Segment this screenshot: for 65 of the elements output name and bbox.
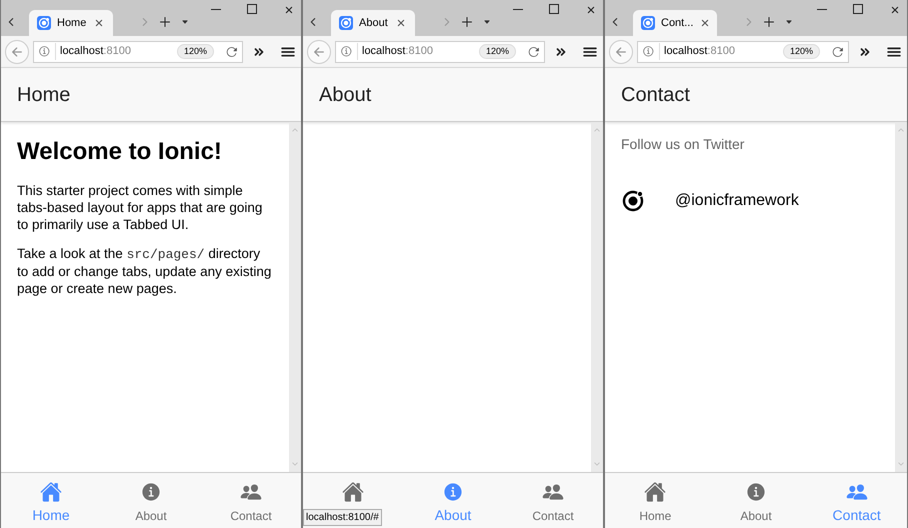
browser-tab[interactable]: Home [29,10,113,36]
home-icon [644,481,666,503]
close-window-icon[interactable] [585,4,597,16]
url-text: localhost:8100 [357,43,433,60]
paragraph: This starter project comes with simple tabs-based layout for apps that are going to primarily use a Tabbed UI. [17,182,264,233]
url-text: localhost:8100 [55,43,131,60]
tab-button[interactable]: Contact [201,473,301,528]
maximize-icon[interactable] [549,4,559,14]
info-icon[interactable] [340,45,353,58]
close-window-icon[interactable] [889,4,901,16]
list-item[interactable]: @ionicframework [675,189,799,213]
new-tab-icon[interactable] [459,14,475,30]
maximize-icon[interactable] [853,4,863,14]
ionic-logo-icon [641,16,655,30]
tab-title: About [359,16,388,31]
status-tooltip: localhost:8100/# [303,509,382,526]
info-icon[interactable] [38,45,51,58]
new-tab-icon[interactable] [157,14,173,30]
page-title: About [319,82,372,108]
tab-title: Cont... [661,16,694,31]
paragraph: Take a look at the src/pages/ directory to add or change tabs, update any existing page or create new pages. [17,245,272,297]
close-icon[interactable] [93,17,105,29]
back-button[interactable] [5,40,29,64]
back-button[interactable] [307,40,331,64]
tab-button[interactable]: Contact [503,473,603,528]
zoom-badge[interactable]: 120% [176,44,214,60]
reload-icon[interactable] [226,46,238,58]
reload-icon[interactable] [528,46,540,58]
page-title: Home [17,82,70,108]
tab-button[interactable]: Home [605,473,706,528]
info-icon [140,481,162,503]
address-bar[interactable]: localhost:8100 120% [637,40,849,62]
info-icon[interactable] [642,45,655,58]
back-button[interactable] [609,40,633,64]
tab-button[interactable]: About [706,473,806,528]
maximize-icon[interactable] [247,4,257,14]
zoom-badge[interactable]: 120% [478,44,516,60]
back-arrow-icon [312,44,326,58]
ionic-logo-icon [37,16,51,30]
address-bar[interactable]: localhost:8100 120% [33,40,243,62]
address-bar[interactable]: localhost:8100 120% [335,40,545,62]
page-title: Contact [621,82,690,108]
tab-button[interactable]: About [101,473,201,528]
browser-tab[interactable]: Cont... [633,10,717,36]
back-arrow-icon [614,44,628,58]
reload-icon[interactable] [832,46,844,58]
list-header: Follow us on Twitter [621,135,746,154]
browser-tab[interactable]: About [331,10,415,36]
ionic-logo-icon [339,16,353,30]
back-arrow-icon [10,44,24,58]
ionic-logo-icon [621,189,645,213]
tab-list-icon[interactable] [785,18,793,26]
info-icon [442,481,464,503]
tab-list-icon[interactable] [483,18,491,26]
new-tab-icon[interactable] [761,14,777,30]
close-window-icon[interactable] [283,4,295,16]
close-icon[interactable] [395,17,407,29]
url-text: localhost:8100 [659,43,735,60]
home-icon [40,481,62,503]
tab-title: Home [57,16,86,31]
home-icon [342,481,364,503]
welcome-heading: Welcome to Ionic! [17,137,223,167]
zoom-badge[interactable]: 120% [782,44,820,60]
info-icon [745,481,767,503]
tab-list-icon[interactable] [181,18,189,26]
